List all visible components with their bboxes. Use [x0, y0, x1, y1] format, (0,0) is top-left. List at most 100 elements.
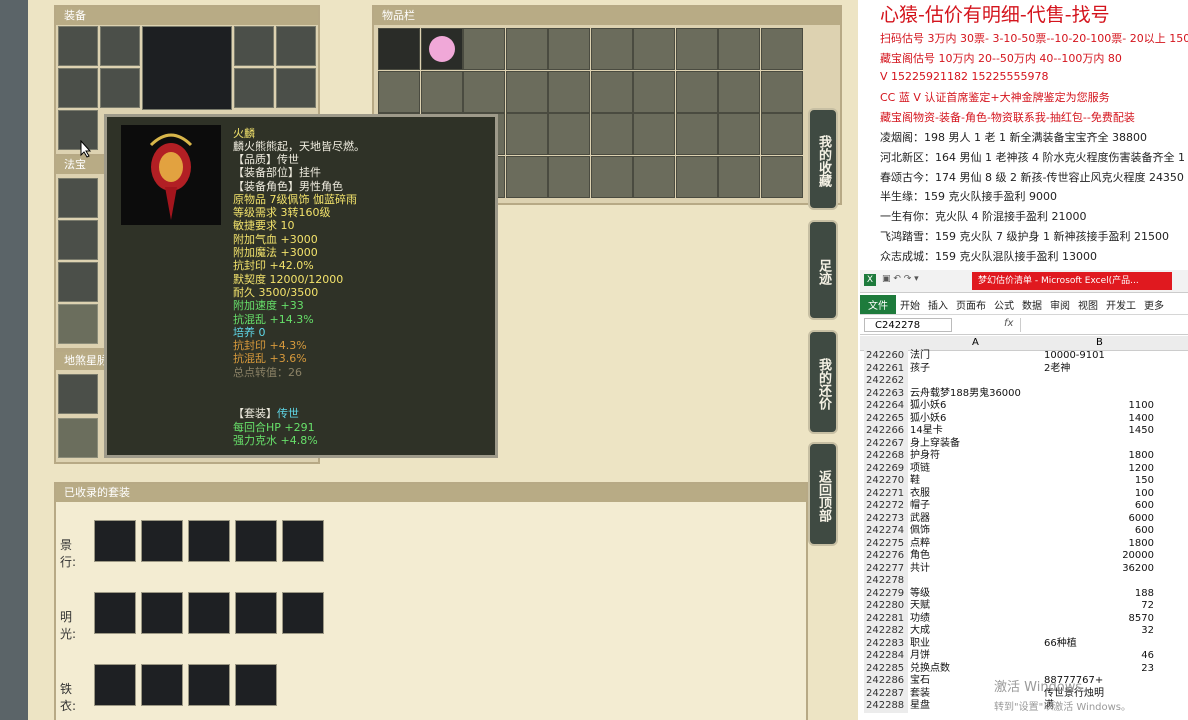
inventory-slot[interactable]	[505, 28, 548, 70]
cell-a[interactable]: 14星卡	[908, 425, 1044, 438]
cell-b[interactable]: 23	[1044, 663, 1156, 676]
row-number[interactable]: 242266	[864, 425, 908, 438]
my-favorites-button[interactable]: 我的收藏	[808, 108, 838, 210]
row-number[interactable]: 242270	[864, 475, 908, 488]
row-number[interactable]: 242261	[864, 362, 908, 375]
column-a-header[interactable]: A	[972, 336, 979, 350]
row-number[interactable]: 242282	[864, 625, 908, 638]
cell-a[interactable]: 狐小妖6	[908, 400, 1044, 413]
cell-b[interactable]: 1450	[1044, 425, 1156, 438]
inventory-slot[interactable]	[675, 155, 718, 198]
inventory-slot[interactable]	[718, 155, 760, 198]
cell-b[interactable]: 1400	[1044, 413, 1156, 426]
inventory-slot[interactable]	[548, 28, 590, 70]
set-item-icon[interactable]	[141, 592, 183, 634]
cell-b[interactable]: 1100	[1044, 400, 1156, 413]
cell-b[interactable]: 20000	[1044, 550, 1156, 563]
cell-a[interactable]: 角色	[908, 550, 1044, 563]
equip-slot-helmet[interactable]	[58, 26, 98, 66]
cell-b[interactable]: 36200	[1044, 563, 1156, 576]
inventory-slot[interactable]	[760, 70, 803, 113]
cell-a[interactable]: 帽子	[908, 500, 1044, 513]
cell-a[interactable]: 身上穿装备	[908, 438, 1044, 451]
cell-a[interactable]: 功绩	[908, 613, 1044, 626]
cell-a[interactable]: 点粹	[908, 538, 1044, 551]
inventory-slot[interactable]	[675, 113, 718, 155]
cell-a[interactable]: 项链	[908, 463, 1044, 476]
cell-a[interactable]: 佩饰	[908, 525, 1044, 538]
cell-a[interactable]: 衣服	[908, 488, 1044, 501]
row-number[interactable]: 242274	[864, 525, 908, 538]
cell-a[interactable]: 狐小妖6	[908, 413, 1044, 426]
inventory-slot[interactable]	[760, 113, 803, 155]
inventory-slot[interactable]	[590, 113, 633, 155]
equip-slot-ring[interactable]	[276, 26, 316, 66]
inventory-slot[interactable]	[378, 70, 420, 113]
row-number[interactable]: 242281	[864, 612, 908, 625]
ribbon-tab[interactable]: 文件	[860, 294, 896, 314]
inventory-slot[interactable]	[633, 113, 675, 155]
set-item-icon[interactable]	[94, 592, 136, 634]
formula-input[interactable]	[1020, 318, 1185, 332]
equip-slot-bracelet[interactable]	[276, 68, 316, 108]
equip-slot-shoes[interactable]	[234, 68, 274, 108]
fabao-slot[interactable]	[58, 304, 98, 344]
cell-b[interactable]: 46	[1044, 650, 1156, 663]
equip-slot-weapon[interactable]	[58, 68, 98, 108]
row-number[interactable]: 242286	[864, 675, 908, 688]
cell-a[interactable]: 兑换点数	[908, 663, 1044, 676]
inventory-slot[interactable]	[633, 155, 675, 198]
row-number[interactable]: 242263	[864, 387, 908, 400]
inventory-slot[interactable]	[718, 70, 760, 113]
inventory-slot[interactable]	[760, 155, 803, 198]
inventory-slot[interactable]	[420, 70, 463, 113]
row-number[interactable]: 242273	[864, 512, 908, 525]
set-item-icon[interactable]	[94, 664, 136, 706]
cell-a[interactable]: 护身符	[908, 450, 1044, 463]
quick-access-toolbar[interactable]: ▣ ↶ ↷ ▾	[882, 274, 942, 288]
cell-b[interactable]: 6000	[1044, 513, 1156, 526]
cell-a[interactable]: 武器	[908, 513, 1044, 526]
inventory-slot[interactable]	[463, 28, 505, 70]
cell-b[interactable]: 32	[1044, 625, 1156, 638]
row-number[interactable]: 242288	[864, 700, 908, 713]
cell-b[interactable]: 600	[1044, 525, 1156, 538]
row-number[interactable]: 242280	[864, 600, 908, 613]
my-counteroffer-button[interactable]: 我的还价	[808, 330, 838, 434]
cell-a[interactable]: 职业	[908, 638, 1044, 651]
row-number[interactable]: 242284	[864, 650, 908, 663]
cell-a[interactable]: 云舟载梦188男鬼36000	[908, 388, 1044, 401]
cell-b[interactable]: 2老神	[1044, 363, 1156, 376]
row-number[interactable]: 242272	[864, 500, 908, 513]
ribbon-tab[interactable]: 插入	[924, 297, 952, 312]
inventory-slot[interactable]	[675, 28, 718, 70]
row-number[interactable]: 242278	[864, 575, 908, 588]
set-item-icon[interactable]	[188, 664, 230, 706]
row-number[interactable]: 242260	[864, 350, 908, 363]
cell-a[interactable]: 共计	[908, 563, 1044, 576]
ribbon-tab[interactable]: 更多	[1140, 297, 1168, 312]
sha-slot[interactable]	[58, 374, 98, 414]
fabao-slot[interactable]	[58, 178, 98, 218]
name-box[interactable]: C242278	[864, 318, 952, 332]
cell-a[interactable]: 大成	[908, 625, 1044, 638]
ribbon-tab[interactable]: 审阅	[1046, 297, 1074, 312]
row-number[interactable]: 242267	[864, 437, 908, 450]
footprint-button[interactable]: 足迹	[808, 220, 838, 320]
fabao-slot[interactable]	[58, 262, 98, 302]
inventory-slot[interactable]	[505, 113, 548, 155]
cell-b[interactable]: 8570	[1044, 613, 1156, 626]
cell-a[interactable]: 鞋	[908, 475, 1044, 488]
set-item-icon[interactable]	[94, 520, 136, 562]
inventory-slot[interactable]	[505, 70, 548, 113]
cell-b[interactable]: 188	[1044, 588, 1156, 601]
cell-b[interactable]: 600	[1044, 500, 1156, 513]
cell-b[interactable]: 1800	[1044, 538, 1156, 551]
cell-a[interactable]: 天赋	[908, 600, 1044, 613]
row-number[interactable]: 242269	[864, 462, 908, 475]
cell-b[interactable]: 100	[1044, 488, 1156, 501]
row-number[interactable]: 242283	[864, 637, 908, 650]
equip-slot-belt[interactable]	[234, 26, 274, 66]
ribbon-tab[interactable]: 公式	[990, 297, 1018, 312]
row-number[interactable]: 242277	[864, 562, 908, 575]
